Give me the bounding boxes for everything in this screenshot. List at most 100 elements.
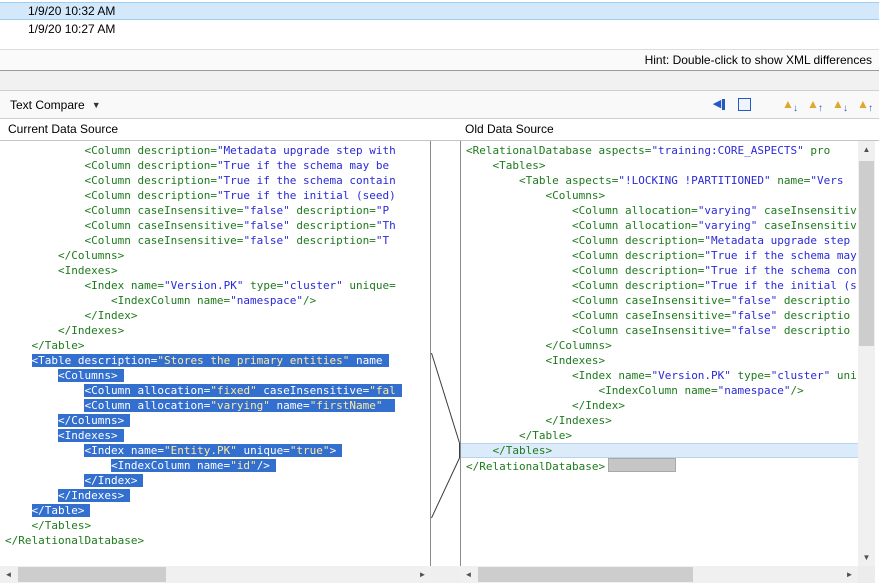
code-line[interactable]: <Column allocation="varying" caseInsensi…: [461, 218, 858, 233]
left-hscroll-thumb[interactable]: [18, 567, 166, 582]
code-line[interactable]: <Column allocation="varying" caseInsensi…: [461, 203, 858, 218]
code-line[interactable]: </RelationalDatabase>: [461, 458, 858, 473]
code-indent: [466, 189, 545, 202]
code-line[interactable]: <Indexes>: [461, 353, 858, 368]
code-line[interactable]: </Index>: [0, 308, 430, 323]
code-line[interactable]: </Indexes>: [461, 413, 858, 428]
code-token: <Column caseInsensitive=: [84, 219, 243, 232]
code-line[interactable]: </Columns>: [461, 338, 858, 353]
code-line[interactable]: </Index>: [0, 473, 430, 488]
code-line[interactable]: </Indexes>: [0, 323, 430, 338]
scroll-right-arrow-icon[interactable]: ►: [414, 566, 431, 583]
right-hscroll-thumb[interactable]: [478, 567, 693, 582]
code-token: <Indexes>: [58, 429, 118, 442]
code-line[interactable]: </Table>: [461, 428, 858, 443]
code-line[interactable]: <Column allocation="varying" name="first…: [0, 398, 430, 413]
next-difference-icon[interactable]: ▲↓: [778, 94, 798, 114]
direction-arrow-glyph: ↑: [818, 104, 823, 114]
code-line-text: </Tables>: [493, 444, 553, 457]
code-line[interactable]: <RelationalDatabase aspects="training:CO…: [461, 143, 858, 158]
code-line[interactable]: <Column caseInsensitive="false" descript…: [461, 323, 858, 338]
code-line[interactable]: <Column caseInsensitive="false" descript…: [461, 293, 858, 308]
code-indent: [5, 144, 84, 157]
code-line[interactable]: <IndexColumn name="namespace"/>: [0, 293, 430, 308]
code-indent: [466, 369, 572, 382]
code-line-text: <Column caseInsensitive="false" descript…: [84, 219, 395, 232]
copy-all-right-to-left-icon[interactable]: [734, 94, 754, 114]
code-line-text: </Indexes>: [58, 324, 124, 337]
code-line-text: <Tables>: [493, 159, 546, 172]
code-line[interactable]: <Table description="Stores the primary e…: [0, 353, 430, 368]
code-token: "True if the schema con: [704, 264, 856, 277]
code-line[interactable]: <Column description="True if the schema …: [461, 263, 858, 278]
code-line[interactable]: </RelationalDatabase>: [0, 533, 430, 548]
code-indent: [466, 219, 572, 232]
code-line[interactable]: <Columns>: [461, 188, 858, 203]
toggle-ancestor-pane-icon[interactable]: ◀: [709, 94, 729, 114]
code-indent: [5, 339, 32, 352]
code-line[interactable]: <Column allocation="fixed" caseInsensiti…: [0, 383, 430, 398]
scroll-up-arrow-icon[interactable]: ▲: [858, 141, 875, 158]
right-horizontal-scrollbar[interactable]: ◄ ►: [460, 566, 858, 583]
scroll-right-arrow-icon[interactable]: ►: [841, 566, 858, 583]
left-horizontal-scrollbar[interactable]: ◄ ►: [0, 566, 431, 583]
code-indent: [466, 324, 572, 337]
code-indent: [5, 519, 32, 532]
code-line[interactable]: <Column description="Metadata upgrade st…: [0, 143, 430, 158]
code-line[interactable]: </Tables>: [0, 518, 430, 533]
code-line[interactable]: <IndexColumn name="namespace"/>: [461, 383, 858, 398]
code-line[interactable]: </Indexes>: [0, 488, 430, 503]
code-indent: [466, 294, 572, 307]
code-token: unique=: [237, 444, 290, 457]
history-row[interactable]: 1/9/20 10:32 AM: [0, 2, 879, 20]
previous-difference-icon[interactable]: ▲↑: [803, 94, 823, 114]
code-line[interactable]: <Column description="True if the initial…: [461, 278, 858, 293]
code-token: description=: [290, 234, 376, 247]
code-line[interactable]: <Index name="Entity.PK" unique="true">: [0, 443, 430, 458]
code-line[interactable]: <Column caseInsensitive="false" descript…: [0, 233, 430, 248]
code-token: <Column description=: [572, 249, 704, 262]
code-token: <Column caseInsensitive=: [84, 204, 243, 217]
code-line-text: <Index name="Version.PK" type="cluster" …: [84, 279, 395, 292]
next-change-icon[interactable]: ▲↓: [828, 94, 848, 114]
code-line[interactable]: <Column description="Metadata upgrade st…: [461, 233, 858, 248]
code-line[interactable]: <IndexColumn name="id"/>: [0, 458, 430, 473]
code-token: <Column caseInsensitive=: [572, 294, 731, 307]
code-line[interactable]: </Table>: [0, 338, 430, 353]
code-line[interactable]: <Column caseInsensitive="false" descript…: [461, 308, 858, 323]
code-line[interactable]: </Table>: [0, 503, 430, 518]
left-arrow-glyph: ◀: [713, 99, 721, 110]
code-token: <Column description=: [84, 174, 216, 187]
hint-row: Hint: Double-click to show XML differenc…: [0, 49, 879, 70]
right-vertical-scrollbar[interactable]: ▲ ▼: [858, 141, 875, 566]
code-line[interactable]: </Columns>: [0, 413, 430, 428]
compare-mode-dropdown[interactable]: Text Compare ▼: [10, 96, 101, 113]
scroll-down-arrow-icon[interactable]: ▼: [858, 549, 875, 566]
previous-change-icon[interactable]: ▲↑: [853, 94, 873, 114]
code-line[interactable]: <Column description="True if the schema …: [0, 158, 430, 173]
code-line[interactable]: </Columns>: [0, 248, 430, 263]
scroll-left-arrow-icon[interactable]: ◄: [460, 566, 477, 583]
code-line[interactable]: <Column caseInsensitive="false" descript…: [0, 203, 430, 218]
history-row[interactable]: 1/9/20 10:27 AM: [0, 20, 879, 38]
code-token: <Column description=: [572, 279, 704, 292]
current-source-pane[interactable]: <Column description="Metadata upgrade st…: [0, 141, 431, 566]
code-indent: [5, 504, 32, 517]
code-line[interactable]: <Column caseInsensitive="false" descript…: [0, 218, 430, 233]
code-line[interactable]: <Columns>: [0, 368, 430, 383]
code-line[interactable]: <Index name="Version.PK" type="cluster" …: [461, 368, 858, 383]
code-line[interactable]: <Tables>: [461, 158, 858, 173]
code-line[interactable]: <Indexes>: [0, 263, 430, 278]
code-line[interactable]: <Index name="Version.PK" type="cluster" …: [0, 278, 430, 293]
code-line[interactable]: <Table aspects="!LOCKING !PARTITIONED" n…: [461, 173, 858, 188]
code-line[interactable]: <Indexes>: [0, 428, 430, 443]
code-line[interactable]: </Index>: [461, 398, 858, 413]
code-token: <Table aspects=: [519, 174, 618, 187]
code-line[interactable]: <Column description="True if the schema …: [0, 173, 430, 188]
scroll-left-arrow-icon[interactable]: ◄: [0, 566, 17, 583]
code-line[interactable]: </Tables>: [461, 443, 858, 458]
old-source-pane[interactable]: <RelationalDatabase aspects="training:CO…: [460, 141, 858, 566]
code-line[interactable]: <Column description="True if the schema …: [461, 248, 858, 263]
vertical-scroll-thumb[interactable]: [859, 161, 874, 346]
code-line[interactable]: <Column description="True if the initial…: [0, 188, 430, 203]
